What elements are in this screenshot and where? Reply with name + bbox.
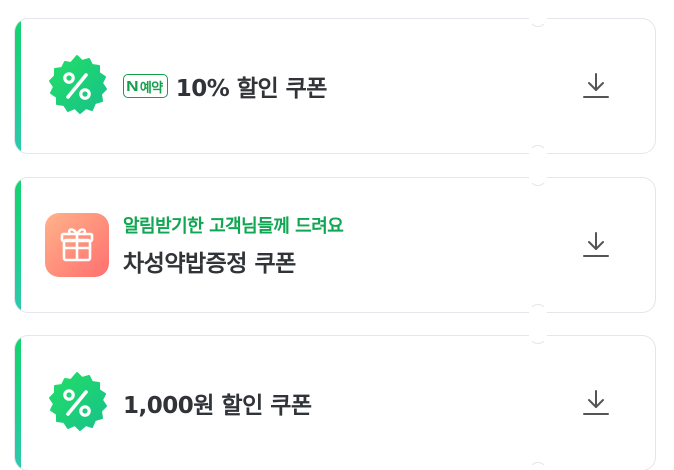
download-icon [583, 73, 609, 98]
coupon-subtitle: 알림받기한 고객님들께 드려요 [123, 216, 344, 237]
coupon-title: 차성약밥증정 쿠폰 [123, 251, 296, 277]
coupon-download-button[interactable] [537, 335, 656, 470]
ticket-notch-top [529, 326, 547, 344]
ticket-notch-bottom [529, 304, 547, 322]
coupon-accent-bar [15, 19, 21, 153]
download-icon [583, 232, 609, 257]
coupon-body: N 예약 10% 할인 쿠폰 [14, 18, 538, 154]
percent-badge-icon [45, 371, 109, 435]
coupon-body: 1,000원 할인 쿠폰 [14, 335, 538, 470]
coupon-download-button[interactable] [537, 177, 656, 313]
coupon-title-row: N 예약 10% 할인 쿠폰 [123, 69, 327, 103]
coupon-accent-bar [15, 178, 21, 312]
coupon-content: N 예약 10% 할인 쿠폰 [123, 19, 327, 153]
coupon-download-button[interactable] [537, 18, 656, 154]
download-icon [583, 390, 609, 415]
ticket-notch-top [529, 168, 547, 186]
ticket-notch-top [529, 9, 547, 27]
coupon-content: 1,000원 할인 쿠폰 [123, 336, 312, 470]
coupon-title: 10% 할인 쿠폰 [175, 76, 328, 102]
ticket-notch-bottom [529, 145, 547, 163]
coupon-card: N 예약 10% 할인 쿠폰 [14, 9, 657, 163]
coupon-accent-bar [15, 336, 21, 470]
gift-icon [45, 213, 109, 277]
coupon-body: 알림받기한 고객님들께 드려요 차성약밥증정 쿠폰 [14, 177, 538, 313]
coupon-list: N 예약 10% 할인 쿠폰 알림받기한 고객님들께 드려요 차성약밥증정 쿠폰… [0, 0, 674, 470]
naver-n-logo: N [126, 77, 139, 95]
coupon-card: 알림받기한 고객님들께 드려요 차성약밥증정 쿠폰 [14, 168, 657, 322]
naver-reservation-badge: N 예약 [123, 74, 168, 98]
coupon-title: 1,000원 할인 쿠폰 [123, 393, 312, 419]
coupon-content: 알림받기한 고객님들께 드려요 차성약밥증정 쿠폰 [123, 178, 344, 312]
coupon-card: 1,000원 할인 쿠폰 [14, 326, 657, 470]
percent-badge-icon [45, 54, 109, 118]
badge-label: 예약 [139, 80, 163, 96]
